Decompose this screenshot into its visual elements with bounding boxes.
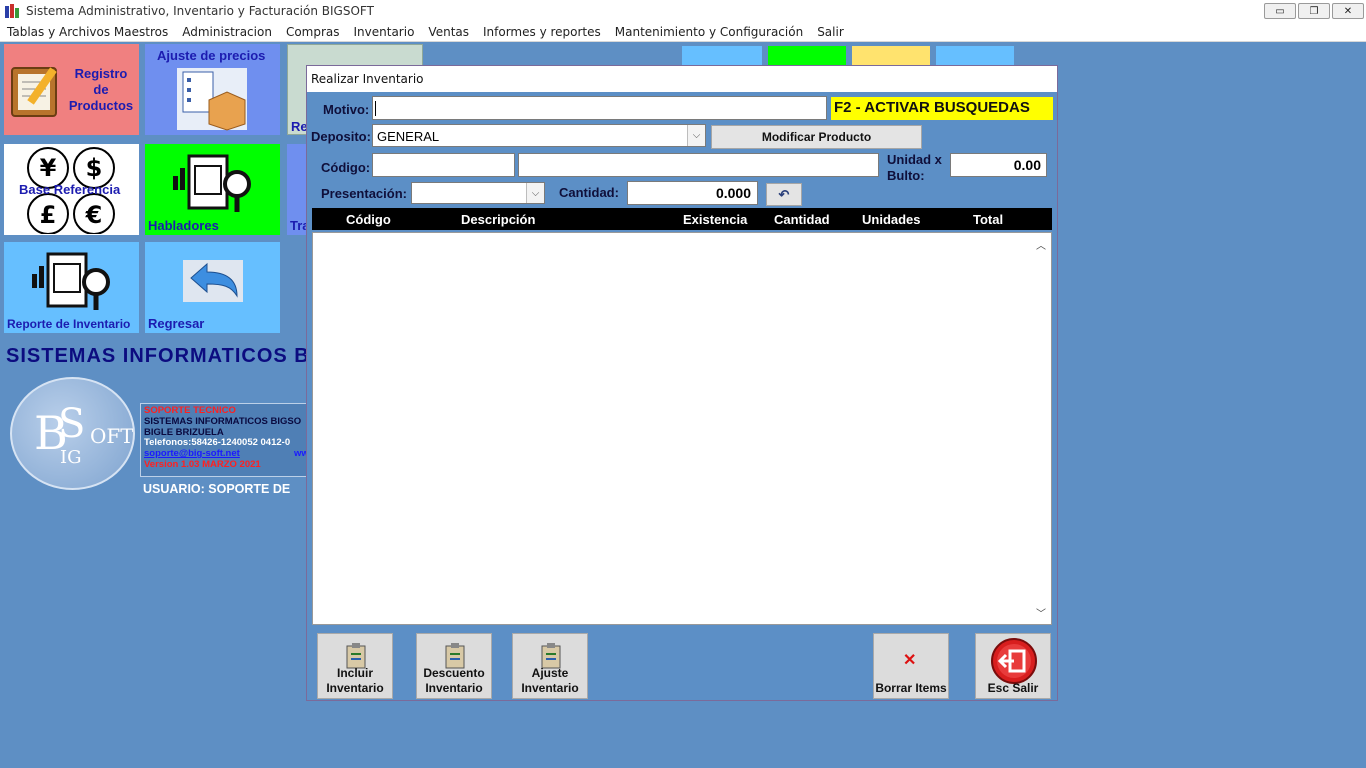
- support-email[interactable]: soporte@big-soft.net: [144, 448, 240, 459]
- tile-regresar-label: Regresar: [148, 316, 205, 331]
- svg-text:$: $: [86, 154, 103, 182]
- codigo-input[interactable]: [372, 153, 515, 177]
- tile-reporte-inventario[interactable]: Reporte de Inventario: [4, 242, 139, 333]
- price-list-icon: [177, 68, 247, 131]
- tile-traslado[interactable]: Tra: [287, 144, 307, 235]
- menu-compras[interactable]: Compras: [279, 25, 347, 39]
- deposito-value: GENERAL: [377, 129, 440, 144]
- tile-reporte-inventario-label: Reporte de Inventario: [7, 317, 131, 331]
- tile-traslado-label: Tra: [290, 218, 307, 233]
- tile-registro-productos[interactable]: Registro de Productos: [4, 44, 139, 135]
- cantidad-label: Cantidad:: [559, 185, 619, 200]
- menu-ventas[interactable]: Ventas: [421, 25, 476, 39]
- minimize-button[interactable]: ▭: [1264, 3, 1296, 19]
- col-codigo[interactable]: Código: [346, 212, 391, 227]
- svg-text:S: S: [58, 401, 85, 447]
- report-search-icon: [173, 154, 251, 212]
- modificar-producto-button[interactable]: Modificar Producto: [711, 125, 922, 149]
- cantidad-input[interactable]: 0.000: [627, 181, 758, 205]
- col-total[interactable]: Total: [973, 212, 1003, 227]
- delete-x-icon: ✕: [903, 652, 917, 669]
- notepad-icon: [11, 67, 57, 117]
- col-descripcion[interactable]: Descripción: [461, 212, 535, 227]
- svg-text:€: €: [85, 201, 103, 229]
- borrar-caption: Borrar Items: [875, 681, 947, 695]
- unidad-bulto-input[interactable]: 0.00: [950, 153, 1047, 177]
- svg-text:OFT: OFT: [90, 424, 133, 448]
- salir-caption: Esc Salir: [987, 681, 1039, 695]
- tile-habladores[interactable]: Habladores: [145, 144, 280, 235]
- close-button[interactable]: ✕: [1332, 3, 1364, 19]
- menu-salir[interactable]: Salir: [810, 25, 851, 39]
- dialog-title: Realizar Inventario: [307, 66, 1057, 92]
- support-box: SOPORTE TECNICO SISTEMAS INFORMATICOS BI…: [140, 403, 308, 477]
- motivo-input[interactable]: [372, 96, 827, 120]
- f2-search-banner: F2 - ACTIVAR BUSQUEDAS: [831, 97, 1053, 120]
- support-company: SISTEMAS INFORMATICOS BIGSO: [144, 415, 302, 427]
- tile-base-referencia[interactable]: ¥ $ £ € Base Referencia: [4, 144, 139, 235]
- descuento-caption: Descuento Inventario: [423, 666, 485, 695]
- col-existencia[interactable]: Existencia: [683, 212, 747, 227]
- menu-tablas[interactable]: Tablas y Archivos Maestros: [0, 25, 175, 39]
- app-icon: [5, 4, 19, 18]
- tile-registro-label: Registro de Productos: [68, 66, 134, 113]
- ajuste-caption: Ajuste Inventario: [521, 666, 579, 695]
- back-arrow-icon: [183, 260, 243, 302]
- scroll-down-icon[interactable]: ﹀: [1036, 605, 1046, 620]
- presentacion-select[interactable]: ⌵: [411, 182, 545, 204]
- svg-text:£: £: [40, 201, 57, 229]
- scroll-up-icon[interactable]: ︿: [1036, 237, 1046, 252]
- text-caret: [375, 101, 376, 116]
- incluir-inventario-button[interactable]: Incluir Inventario: [317, 633, 393, 699]
- bigsoft-logo: B S OFT IG: [10, 377, 135, 490]
- items-grid[interactable]: ︿ ﹀: [312, 232, 1052, 625]
- chevron-down-icon[interactable]: ⌵: [687, 125, 705, 146]
- menu-informes[interactable]: Informes y reportes: [476, 25, 608, 39]
- tile-ajuste-precios[interactable]: Ajuste de precios: [145, 44, 280, 135]
- tile-habladores-label: Habladores: [148, 218, 219, 233]
- restore-button[interactable]: ❐: [1298, 3, 1330, 19]
- descuento-inventario-button[interactable]: Descuento Inventario: [416, 633, 492, 699]
- deposito-select[interactable]: GENERAL ⌵: [372, 124, 706, 147]
- presentacion-label: Presentación:: [321, 186, 407, 201]
- tile-regresar[interactable]: Regresar: [145, 242, 280, 333]
- ajuste-inventario-button[interactable]: Ajuste Inventario: [512, 633, 588, 699]
- svg-text:IG: IG: [60, 447, 82, 468]
- unidad-bulto-label: Unidad x Bulto:: [887, 152, 942, 183]
- undo-icon[interactable]: ↶: [766, 183, 802, 206]
- current-user: USUARIO: SOPORTE DE: [143, 482, 291, 496]
- items-grid-header: Código Descripción Existencia Cantidad U…: [312, 208, 1052, 230]
- support-version: Version 1.03 MARZO 2021: [144, 459, 261, 471]
- deposito-label: Deposito:: [311, 129, 371, 144]
- menu-inventario[interactable]: Inventario: [347, 25, 422, 39]
- logo-mark: B S OFT IG: [34, 401, 134, 468]
- company-title: SISTEMAS INFORMATICOS B: [6, 345, 308, 367]
- tile-ajuste-label: Ajuste de precios: [157, 48, 266, 63]
- menu-bar: Tablas y Archivos Maestros Administracio…: [0, 22, 1366, 42]
- borrar-items-button[interactable]: ✕ Borrar Items: [873, 633, 949, 699]
- inventory-report-icon: [32, 252, 110, 310]
- menu-administracion[interactable]: Administracion: [175, 25, 279, 39]
- esc-salir-button[interactable]: Esc Salir: [975, 633, 1051, 699]
- motivo-label: Motivo:: [323, 102, 370, 117]
- tile-base-label: Base Referencia: [19, 182, 121, 197]
- svg-text:¥: ¥: [40, 154, 57, 182]
- col-unidades[interactable]: Unidades: [862, 212, 921, 227]
- window-title: Sistema Administrativo, Inventario y Fac…: [26, 4, 374, 18]
- incluir-caption: Incluir Inventario: [326, 666, 384, 695]
- col-cantidad[interactable]: Cantidad: [774, 212, 830, 227]
- title-bar: Sistema Administrativo, Inventario y Fac…: [0, 0, 1366, 22]
- descripcion-input[interactable]: [518, 153, 879, 177]
- realizar-inventario-dialog: Realizar Inventario Motivo: F2 - ACTIVAR…: [306, 65, 1058, 701]
- exit-icon: [991, 638, 1037, 684]
- chevron-down-icon[interactable]: ⌵: [526, 183, 544, 203]
- menu-mantenimiento[interactable]: Mantenimiento y Configuración: [608, 25, 810, 39]
- codigo-label: Código:: [321, 160, 371, 175]
